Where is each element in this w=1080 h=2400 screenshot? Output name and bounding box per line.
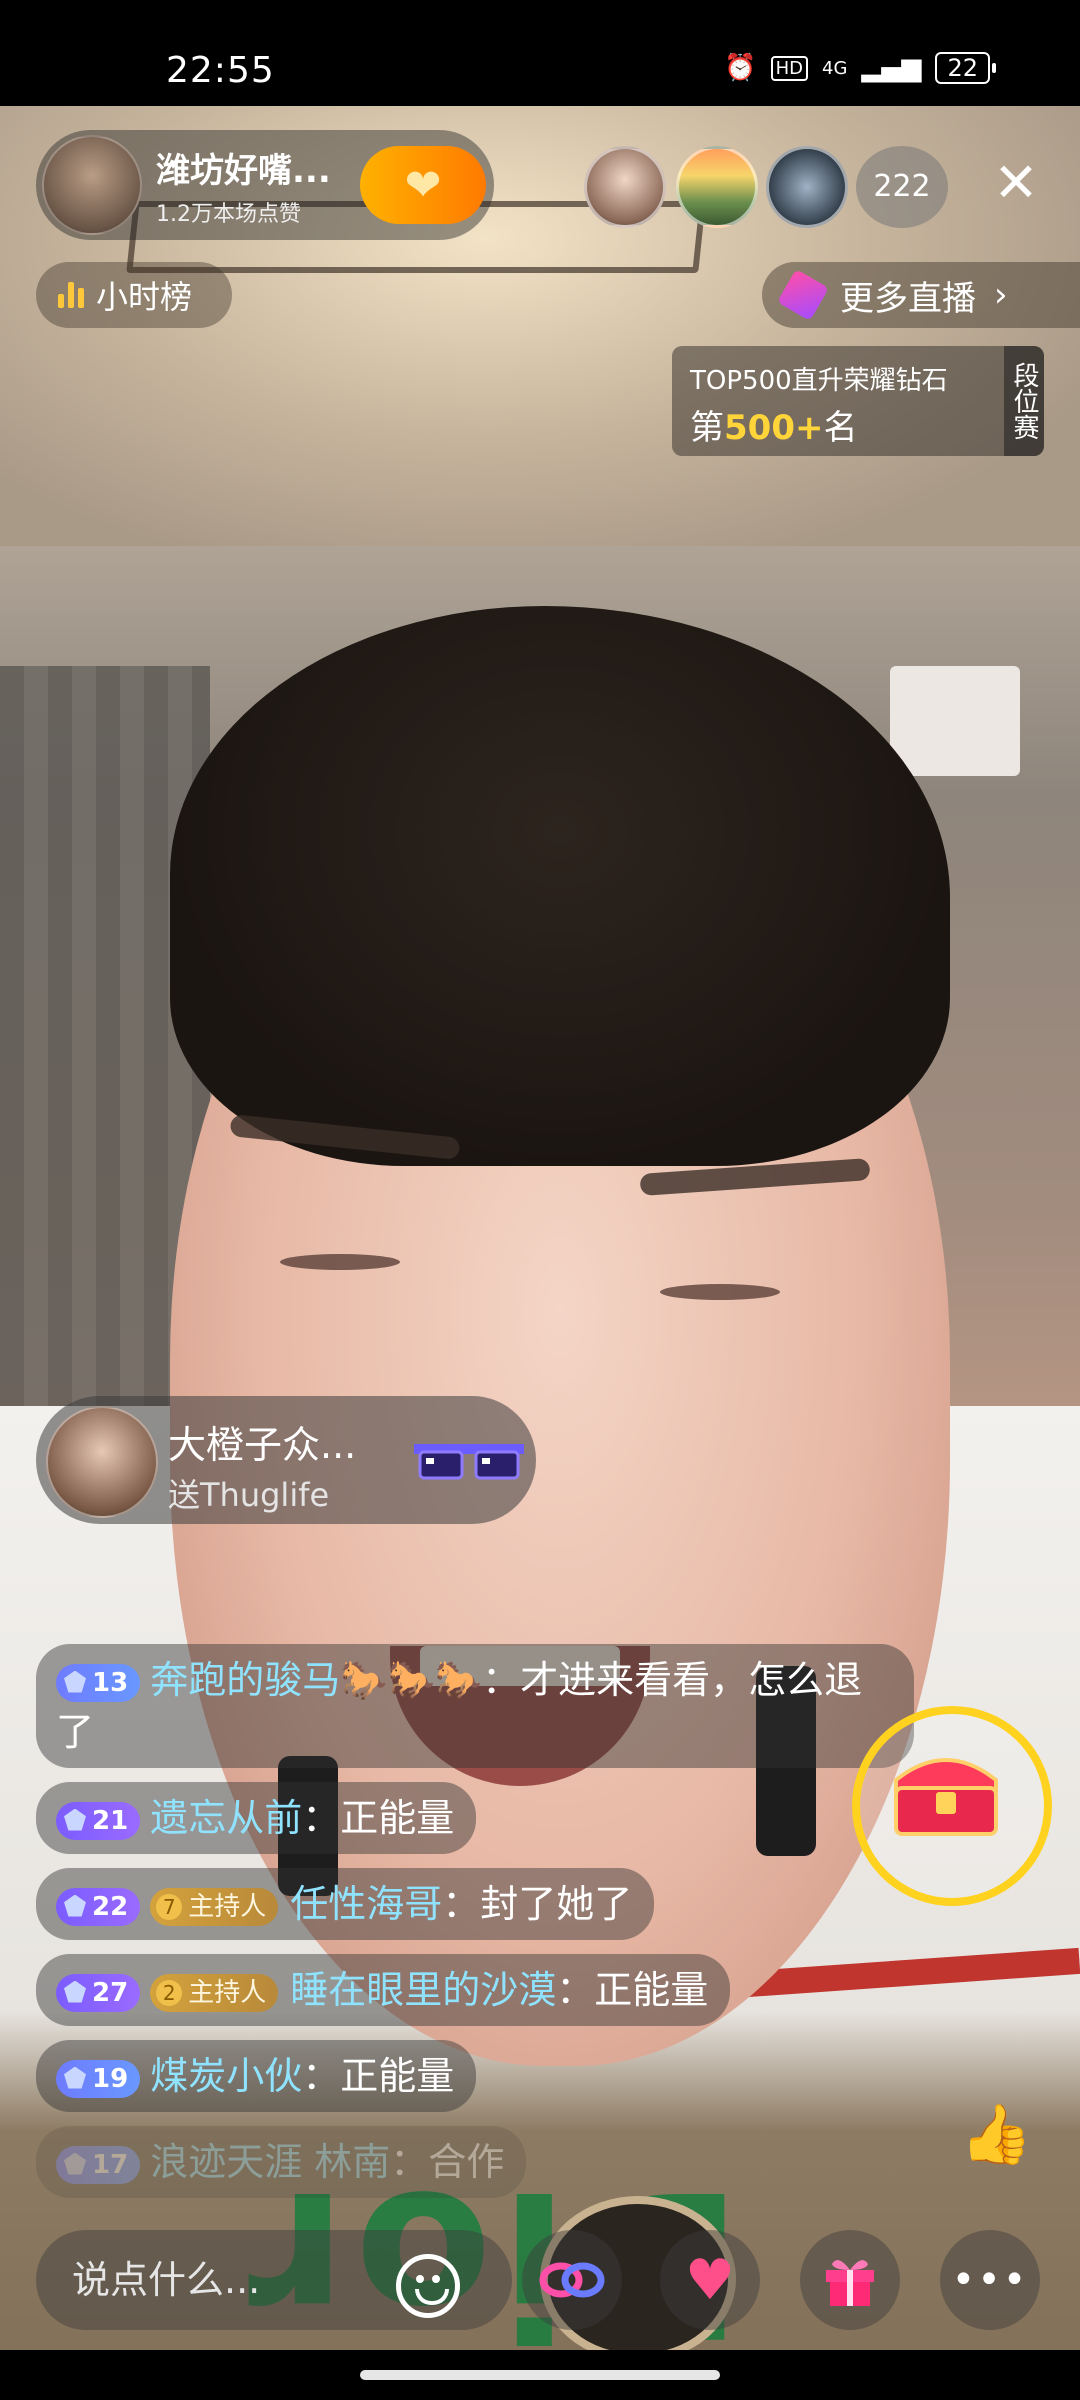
user-level-badge: 27 bbox=[56, 1973, 141, 2012]
rank-suffix: 名 bbox=[823, 408, 858, 448]
comment-username[interactable]: 浪迹天涯 林南 bbox=[150, 2140, 390, 2184]
comment-item[interactable]: 17 浪迹天涯 林南：合作 bbox=[36, 2126, 527, 2198]
user-level-badge: 22 bbox=[56, 1887, 141, 1926]
gift-text: 送Thuglife bbox=[168, 1476, 330, 1514]
left-eye bbox=[280, 1254, 400, 1270]
comment-item[interactable]: 27 2 主持人 睡在眼里的沙漠：正能量 bbox=[36, 1954, 731, 2026]
heart-plus-icon: ❤ bbox=[404, 159, 442, 211]
link-icon bbox=[539, 2262, 605, 2298]
user-level-badge: 19 bbox=[56, 2059, 141, 2098]
gem-icon bbox=[64, 2066, 86, 2089]
gem-icon bbox=[64, 2152, 86, 2175]
host-info[interactable]: 潍坊好嘴... 1.2万本场点赞 ❤ bbox=[36, 130, 494, 240]
network-label: 4G bbox=[822, 57, 848, 79]
comment-text: ：封了她了 bbox=[442, 1882, 633, 1926]
status-icons: ⏰ HD 4G ▂▄▆ 22 bbox=[724, 52, 996, 84]
rank-card-side-label: 段位赛 bbox=[1004, 346, 1044, 456]
comment-text: ：正能量 bbox=[556, 1968, 709, 2012]
comment-username[interactable]: 奔跑的骏马🐎🐎🐎 bbox=[150, 1658, 482, 1702]
comment-username[interactable]: 睡在眼里的沙漠 bbox=[290, 1968, 556, 2012]
home-indicator[interactable] bbox=[360, 2370, 720, 2380]
comment-username[interactable]: 煤炭小伙 bbox=[150, 2054, 302, 2098]
rank-bars-icon bbox=[58, 282, 84, 308]
more-live-label: 更多直播 bbox=[840, 278, 976, 319]
cube-icon bbox=[777, 269, 829, 321]
more-icon: ••• bbox=[951, 2257, 1029, 2303]
emoji-icon[interactable] bbox=[396, 2254, 460, 2318]
hd-icon: HD bbox=[770, 55, 809, 81]
gem-icon bbox=[64, 1670, 86, 1693]
gem-icon bbox=[64, 1808, 86, 1831]
battery-indicator: 22 bbox=[935, 52, 996, 84]
viewer-count[interactable]: 222 bbox=[856, 146, 948, 228]
comment-text: ：正能量 bbox=[302, 2054, 455, 2098]
chevron-right-icon: › bbox=[994, 275, 1008, 315]
clock: 22:55 bbox=[166, 50, 275, 91]
host-likes: 1.2万本场点赞 bbox=[156, 201, 301, 227]
comment-list[interactable]: 13 奔跑的骏马🐎🐎🐎：才进来看看，怎么退了 21 遗忘从前：正能量 22 7 主持人任… bbox=[36, 1644, 916, 2212]
user-level-badge: 17 bbox=[56, 2145, 141, 2184]
alarm-icon: ⏰ bbox=[724, 53, 757, 83]
rank-number: 500+ bbox=[724, 408, 824, 448]
link-mic-button[interactable] bbox=[522, 2230, 622, 2330]
bottom-bar: 说点什么... ♥ ••• bbox=[0, 2220, 1080, 2340]
rank-competition-card[interactable]: TOP500直升荣耀钻石 第500+名 段位赛 bbox=[672, 346, 1044, 456]
user-level-badge: 13 bbox=[56, 1663, 141, 1702]
gem-icon bbox=[64, 1980, 86, 2003]
viewer-avatar-3[interactable] bbox=[766, 146, 848, 228]
streamer-hair bbox=[170, 606, 950, 1166]
gift-button[interactable] bbox=[800, 2230, 900, 2330]
thumbs-up-icon[interactable]: 👍 bbox=[960, 2100, 1032, 2169]
viewer-avatar-1[interactable] bbox=[584, 146, 666, 228]
host-name: 潍坊好嘴... bbox=[156, 150, 331, 191]
hourly-rank-label: 小时榜 bbox=[96, 278, 193, 316]
gem-icon bbox=[64, 1894, 86, 1917]
gift-box-icon bbox=[826, 2260, 874, 2306]
host-text: 潍坊好嘴... 1.2万本场点赞 bbox=[156, 143, 331, 228]
comment-username[interactable]: 遗忘从前 bbox=[150, 1796, 302, 1840]
comment-username[interactable]: 任性海哥 bbox=[290, 1882, 442, 1926]
comment-item[interactable]: 19 煤炭小伙：正能量 bbox=[36, 2040, 477, 2112]
hourly-rank-button[interactable]: 小时榜 bbox=[36, 262, 232, 328]
sunglasses-gift-icon bbox=[414, 1444, 524, 1480]
follow-button[interactable]: ❤ bbox=[360, 146, 486, 224]
host-avatar[interactable] bbox=[42, 135, 142, 235]
rank-card-position: 第500+名 bbox=[690, 400, 857, 449]
gift-sender-name: 大橙子众... bbox=[168, 1423, 357, 1467]
host-role-badge: 2 主持人 bbox=[150, 1973, 279, 2012]
status-bar: 22:55 ⏰ HD 4G ▂▄▆ 22 bbox=[0, 0, 1080, 106]
comment-text: ：合作 bbox=[390, 2140, 505, 2184]
gift-sender-avatar[interactable] bbox=[46, 1406, 158, 1518]
close-icon[interactable]: ✕ bbox=[986, 150, 1046, 216]
air-conditioner bbox=[890, 666, 1020, 776]
comment-item[interactable]: 13 奔跑的骏马🐎🐎🐎：才进来看看，怎么退了 bbox=[36, 1644, 914, 1768]
host-role-badge: 7 主持人 bbox=[150, 1887, 279, 1926]
more-live-button[interactable]: 更多直播 › bbox=[762, 262, 1080, 328]
viewer-avatar-2[interactable] bbox=[676, 146, 758, 228]
more-options-button[interactable]: ••• bbox=[940, 2230, 1040, 2330]
rank-prefix: 第 bbox=[690, 408, 724, 448]
rank-card-title: TOP500直升荣耀钻石 bbox=[690, 366, 948, 396]
signal-icon: ▂▄▆ bbox=[861, 53, 922, 83]
comment-text: ：正能量 bbox=[302, 1796, 455, 1840]
user-level-badge: 21 bbox=[56, 1801, 141, 1840]
comment-item[interactable]: 22 7 主持人 任性海哥：封了她了 bbox=[36, 1868, 655, 1940]
comment-item[interactable]: 21 遗忘从前：正能量 bbox=[36, 1782, 477, 1854]
right-eye bbox=[660, 1284, 780, 1300]
treasure-chest-icon[interactable] bbox=[886, 1740, 1006, 1840]
heart-icon: ♥ bbox=[684, 2247, 736, 2313]
like-button[interactable]: ♥ bbox=[660, 2230, 760, 2330]
gift-banner[interactable]: 大橙子众... 送Thuglife bbox=[36, 1396, 536, 1524]
